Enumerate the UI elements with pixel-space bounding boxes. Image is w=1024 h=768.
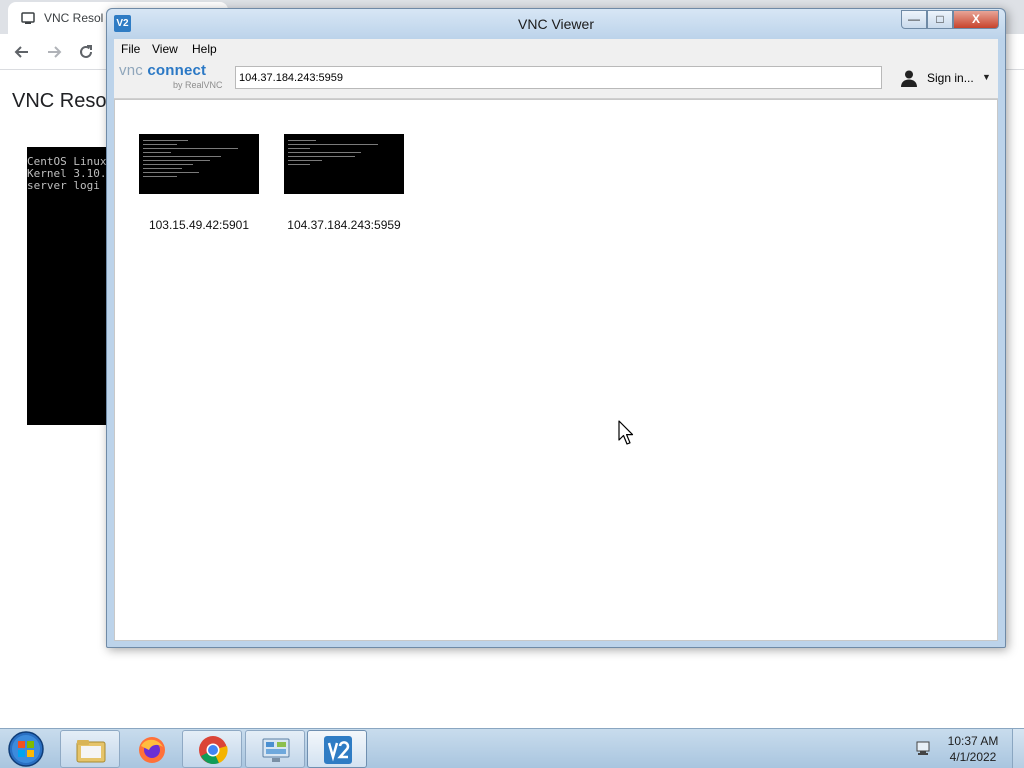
firefox-icon xyxy=(139,737,165,763)
logo-subtitle: by RealVNC xyxy=(173,80,223,90)
reload-icon[interactable] xyxy=(76,42,96,62)
vnc-favicon-icon xyxy=(21,12,35,24)
browser-tab-title: VNC Resol xyxy=(44,11,104,25)
taskbar: 10:37 AM 4/1/2022 xyxy=(0,728,1024,768)
windows-start-button[interactable] xyxy=(4,730,48,768)
minimize-icon: — xyxy=(908,12,920,26)
taskbar-control-panel-button[interactable] xyxy=(245,730,305,768)
page-heading: VNC Resol xyxy=(12,90,111,112)
window-title: VNC Viewer xyxy=(518,16,594,32)
maximize-icon: □ xyxy=(936,12,944,26)
vnc-viewer-window: V2 VNC Viewer — □ X File View Help vnc c… xyxy=(106,8,1006,648)
taskbar-chrome-button[interactable] xyxy=(182,730,242,768)
clock-time[interactable]: 10:37 AM xyxy=(940,734,1006,748)
connection-label: 103.15.49.42:5901 xyxy=(148,218,250,232)
vnc-viewer-icon xyxy=(324,736,352,764)
sign-in-button[interactable]: Sign in... ▼ xyxy=(899,68,994,90)
close-icon: X xyxy=(971,12,980,26)
connection-thumbnail xyxy=(284,134,404,194)
menu-file[interactable]: File xyxy=(121,42,140,56)
taskbar-explorer-button[interactable] xyxy=(60,730,120,768)
show-desktop-button[interactable] xyxy=(1012,729,1024,768)
window-titlebar[interactable]: V2 VNC Viewer — □ X xyxy=(107,9,1005,39)
chrome-icon xyxy=(199,736,228,765)
maximize-button[interactable]: □ xyxy=(927,10,953,29)
clock-date[interactable]: 4/1/2022 xyxy=(940,750,1006,764)
forward-arrow-icon[interactable] xyxy=(44,42,64,62)
minimize-button[interactable]: — xyxy=(901,10,927,29)
chevron-down-icon: ▼ xyxy=(982,72,991,82)
user-icon xyxy=(901,70,917,87)
network-icon[interactable] xyxy=(914,739,934,759)
address-search-input[interactable] xyxy=(235,66,882,89)
vnc-connect-logo: vnc connect by RealVNC xyxy=(119,62,229,94)
logo-word-connect: connect xyxy=(147,62,207,79)
control-panel-icon xyxy=(262,738,290,762)
connection-thumbnail xyxy=(139,134,259,194)
address-book-area: 103.15.49.42:5901 104.37.184.243:5959 xyxy=(114,99,998,641)
taskbar-vnc-viewer-button[interactable] xyxy=(307,730,367,768)
logo-word-vnc: vnc xyxy=(119,62,143,79)
mouse-pointer-icon xyxy=(618,420,634,445)
taskbar-firefox-button[interactable] xyxy=(121,730,181,768)
menu-view[interactable]: View xyxy=(152,42,178,56)
menu-help[interactable]: Help xyxy=(192,42,217,56)
back-arrow-icon[interactable] xyxy=(12,42,32,62)
folder-icon xyxy=(76,740,106,763)
menu-bar: File View Help xyxy=(114,39,998,59)
connection-label: 104.37.184.243:5959 xyxy=(287,218,401,232)
close-button[interactable]: X xyxy=(953,10,999,29)
vnc-toolbar: vnc connect by RealVNC Sign in... ▼ xyxy=(114,59,998,99)
sign-in-label: Sign in... xyxy=(927,71,974,85)
